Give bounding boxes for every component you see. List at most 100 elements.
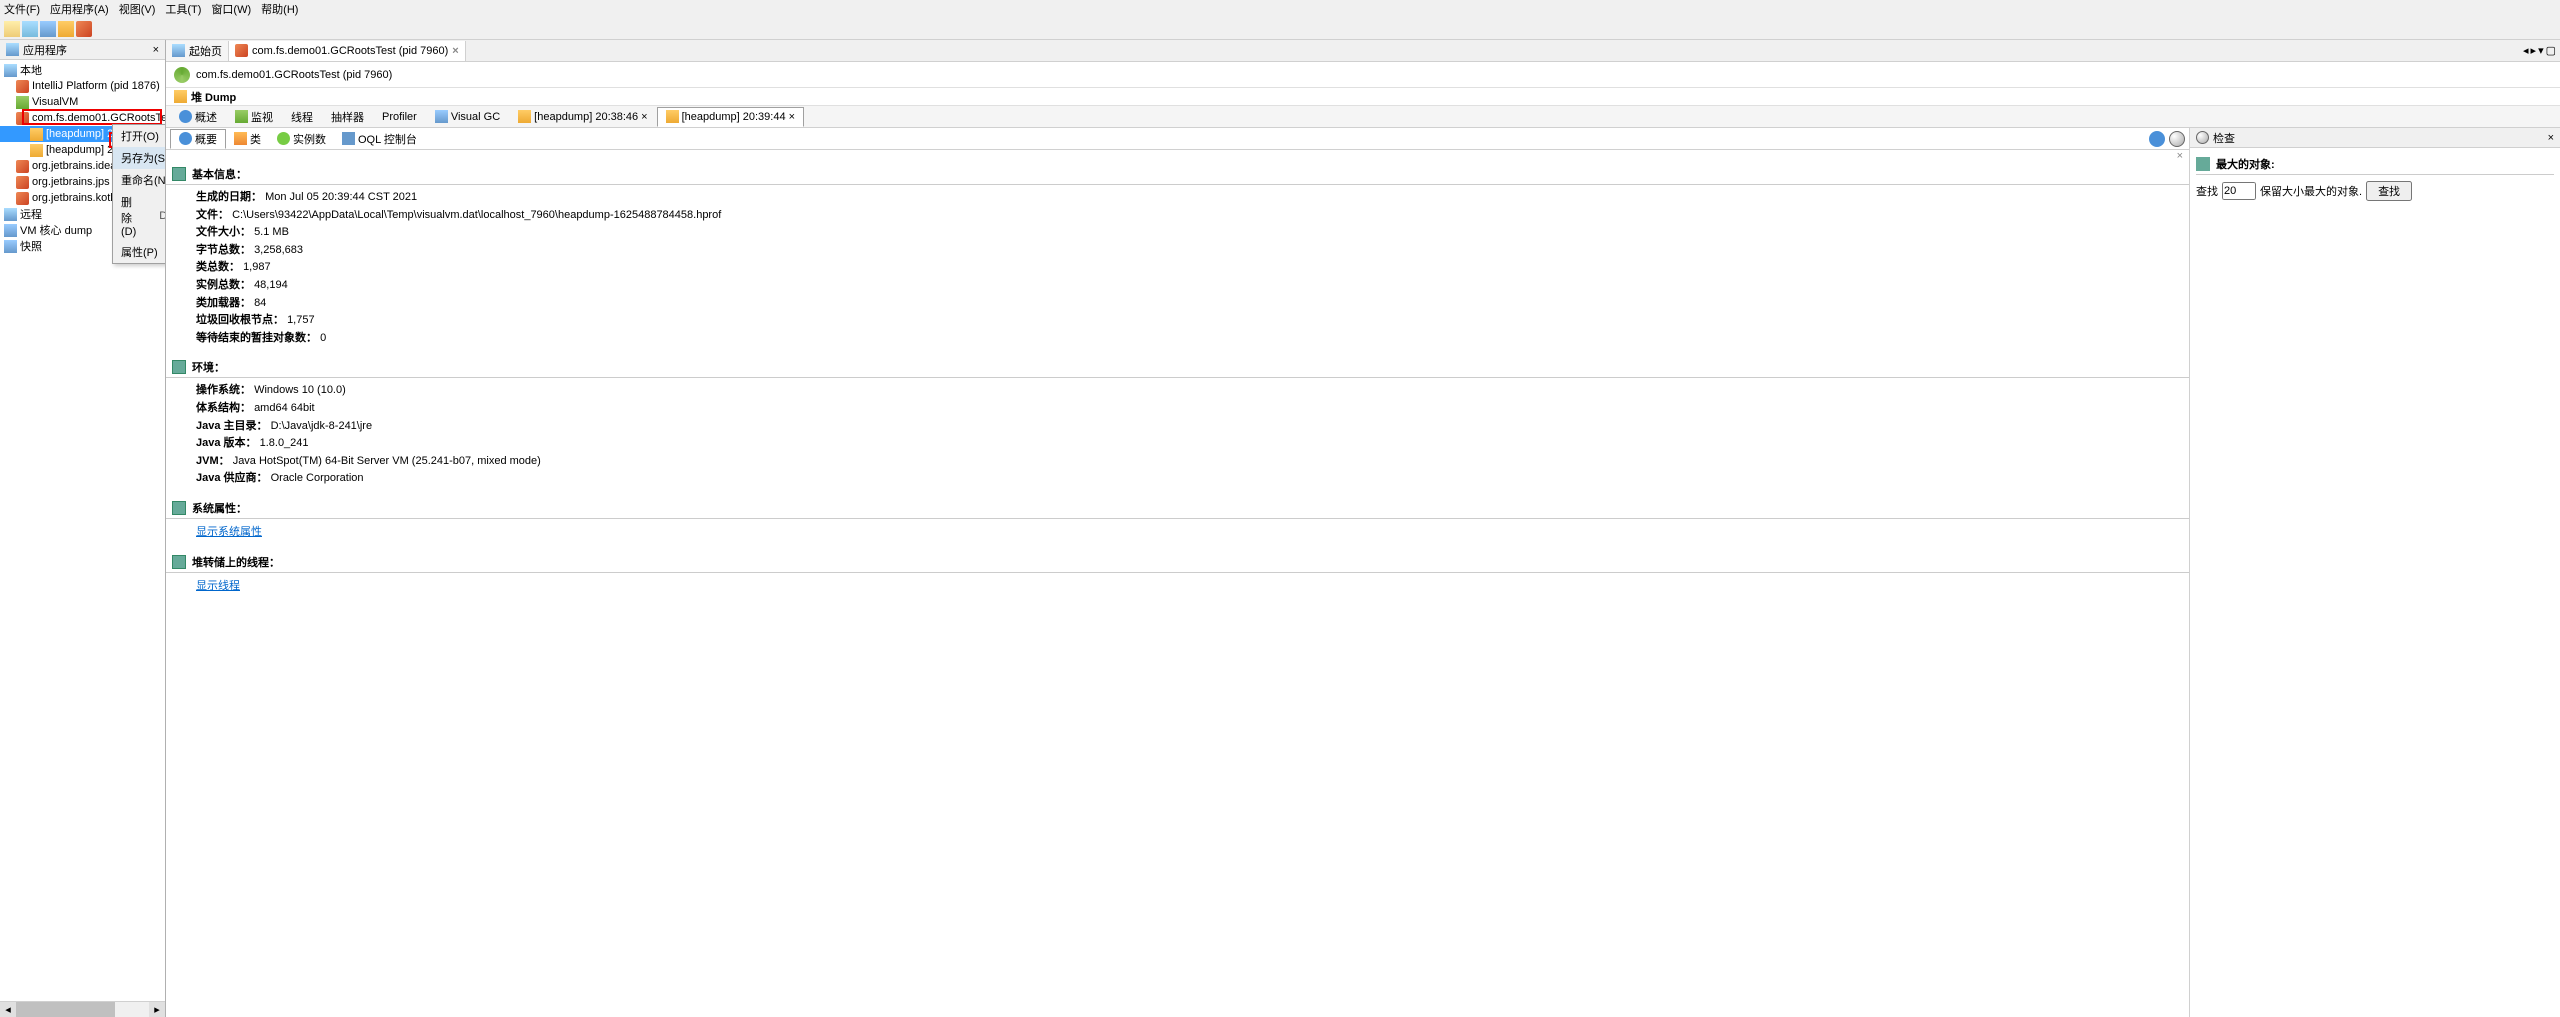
row-val: C:\Users\93422\AppData\Local\Temp\visual…	[232, 209, 721, 221]
menu-window[interactable]: 窗口(W)	[211, 1, 251, 17]
section-basic-head: 基本信息：	[166, 164, 2189, 185]
inspect-column: 检查 × 最大的对象: 查找 保留大小最大的对象. 查找	[2190, 128, 2560, 1017]
sidebar-close-icon[interactable]: ×	[153, 44, 159, 56]
dump-tab[interactable]: 类	[226, 129, 269, 149]
info-row: 体系结构： amd64 64bit	[196, 400, 2179, 418]
row-val: amd64 64bit	[254, 402, 315, 414]
info-row: 垃圾回收根节点： 1,757	[196, 312, 2179, 330]
maximize-icon[interactable]: ▢	[2546, 44, 2556, 57]
info-icon[interactable]	[2149, 131, 2165, 147]
row-val: 3,258,683	[254, 244, 303, 256]
sidebar-scrollbar[interactable]: ◂ ▸	[0, 1001, 165, 1017]
ctx-open[interactable]: 打开(O)	[113, 125, 165, 147]
sub-tab[interactable]: Profiler	[373, 107, 426, 127]
inspect-section-title: 最大的对象:	[2216, 156, 2275, 172]
ctx-rename[interactable]: 重命名(N)...	[113, 169, 165, 191]
info-row: JVM： Java HotSpot(TM) 64-Bit Server VM (…	[196, 453, 2179, 471]
menu-file[interactable]: 文件(F)	[4, 1, 40, 17]
editor-tab[interactable]: com.fs.demo01.GCRootsTest (pid 7960)×	[229, 41, 466, 61]
sub-tab[interactable]: 抽样器	[322, 107, 373, 127]
dump-column: 概要类实例数OQL 控制台 × 基本信息： 生成的日期： Mon Jul 05 …	[166, 128, 2190, 1017]
editor-title: com.fs.demo01.GCRootsTest (pid 7960)	[196, 69, 392, 81]
node-label: 远程	[20, 206, 42, 222]
menu-view[interactable]: 视图(V)	[119, 1, 156, 17]
tab-icon	[666, 110, 679, 123]
inspect-tab[interactable]: 检查 ×	[2190, 128, 2560, 148]
inspect-icon	[2196, 131, 2209, 144]
row-key: 文件：	[196, 209, 229, 221]
heapdump-icon[interactable]	[58, 21, 74, 37]
tab-label: 起始页	[189, 43, 222, 59]
tab-close-icon[interactable]: ×	[789, 111, 795, 123]
menu-help[interactable]: 帮助(H)	[261, 1, 298, 17]
menu-app[interactable]: 应用程序(A)	[50, 1, 109, 17]
node-label: org.jetbrains.jps	[32, 176, 110, 188]
sub-tab[interactable]: 线程	[282, 107, 322, 127]
sub-tabs: 概述监视线程抽样器ProfilerVisual GC[heapdump] 20:…	[166, 106, 2560, 128]
tree-node[interactable]: 本地	[0, 62, 165, 78]
refresh-icon[interactable]	[174, 67, 190, 83]
sub-tab[interactable]: Visual GC	[426, 107, 509, 127]
count-input[interactable]	[2222, 182, 2256, 200]
row-key: 类加载器：	[196, 297, 251, 309]
tree-node[interactable]: IntelliJ Platform (pid 1876)	[0, 78, 165, 94]
snapshot-icon[interactable]	[40, 21, 56, 37]
node-icon	[16, 112, 29, 125]
scroll-right-icon[interactable]: ▸	[2531, 44, 2537, 57]
node-label: org.jetbrains.idea	[32, 160, 116, 172]
tab-icon	[235, 44, 248, 57]
app-tree[interactable]: 本地IntelliJ Platform (pid 1876)VisualVMco…	[0, 60, 165, 1001]
ctx-delete[interactable]: 删除(D)Delete	[113, 191, 165, 241]
section-env-body: 操作系统： Windows 10 (10.0)体系结构： amd64 64bit…	[166, 378, 2189, 492]
info-row: Java 版本： 1.8.0_241	[196, 435, 2179, 453]
thread-dump-icon[interactable]	[76, 21, 92, 37]
scroll-thumb[interactable]	[16, 1002, 115, 1017]
ctx-properties[interactable]: 属性(P)	[113, 241, 165, 263]
panel-close-icon[interactable]: ×	[2177, 150, 2183, 162]
dropdown-icon[interactable]: ▾	[2538, 44, 2544, 57]
tree-node[interactable]: VisualVM	[0, 94, 165, 110]
section-threads-title: 堆转储上的线程：	[192, 554, 280, 570]
scroll-right-icon[interactable]: ▸	[149, 1002, 165, 1017]
dump-tab[interactable]: OQL 控制台	[334, 129, 425, 149]
section-env-head: 环境：	[166, 357, 2189, 378]
dump-tab[interactable]: 概要	[170, 129, 226, 149]
sidebar-tab[interactable]: 应用程序 ×	[0, 40, 165, 60]
main-toolbar	[0, 18, 2560, 40]
find-button[interactable]: 查找	[2366, 181, 2412, 201]
open-icon[interactable]	[4, 21, 20, 37]
sysprops-link[interactable]: 显示系统属性	[196, 526, 262, 538]
info-row: 操作系统： Windows 10 (10.0)	[196, 382, 2179, 400]
tab-close-icon[interactable]: ×	[641, 111, 647, 123]
tab-icon	[234, 132, 247, 145]
sub-tab[interactable]: [heapdump] 20:38:46 ×	[509, 107, 656, 127]
scroll-left-icon[interactable]: ◂	[0, 1002, 16, 1017]
dump-tab[interactable]: 实例数	[269, 129, 334, 149]
scroll-left-icon[interactable]: ◂	[2523, 44, 2529, 57]
threads-link[interactable]: 显示线程	[196, 580, 240, 592]
row-val: Mon Jul 05 20:39:44 CST 2021	[265, 191, 417, 203]
inspect-tab-label: 检查	[2213, 130, 2235, 146]
editor-tabs: 起始页 com.fs.demo01.GCRootsTest (pid 7960)×…	[166, 40, 2560, 62]
section-sysprops-title: 系统属性：	[192, 500, 247, 516]
sub-tab[interactable]: [heapdump] 20:39:44 ×	[657, 107, 804, 127]
row-val: 5.1 MB	[254, 226, 289, 238]
suffix-label: 保留大小最大的对象.	[2260, 183, 2362, 199]
tab-icon	[518, 110, 531, 123]
section-icon	[172, 167, 186, 181]
tab-label: [heapdump] 20:39:44	[682, 111, 786, 123]
info-row: 字节总数： 3,258,683	[196, 242, 2179, 260]
inspect-close-icon[interactable]: ×	[2548, 132, 2554, 144]
editor-tab[interactable]: 起始页	[166, 41, 229, 61]
node-icon	[30, 144, 43, 157]
sub-tab[interactable]: 概述	[170, 107, 226, 127]
ctx-save-as[interactable]: 另存为(S)...	[113, 147, 165, 169]
search-icon[interactable]	[2169, 131, 2185, 147]
save-icon[interactable]	[22, 21, 38, 37]
menu-tools[interactable]: 工具(T)	[165, 1, 201, 17]
row-key: JVM：	[196, 455, 230, 467]
dump-content: × 基本信息： 生成的日期： Mon Jul 05 20:39:44 CST 2…	[166, 150, 2189, 1017]
tab-close-icon[interactable]: ×	[452, 45, 458, 57]
sub-tab[interactable]: 监视	[226, 107, 282, 127]
tab-label: 抽样器	[331, 109, 364, 125]
